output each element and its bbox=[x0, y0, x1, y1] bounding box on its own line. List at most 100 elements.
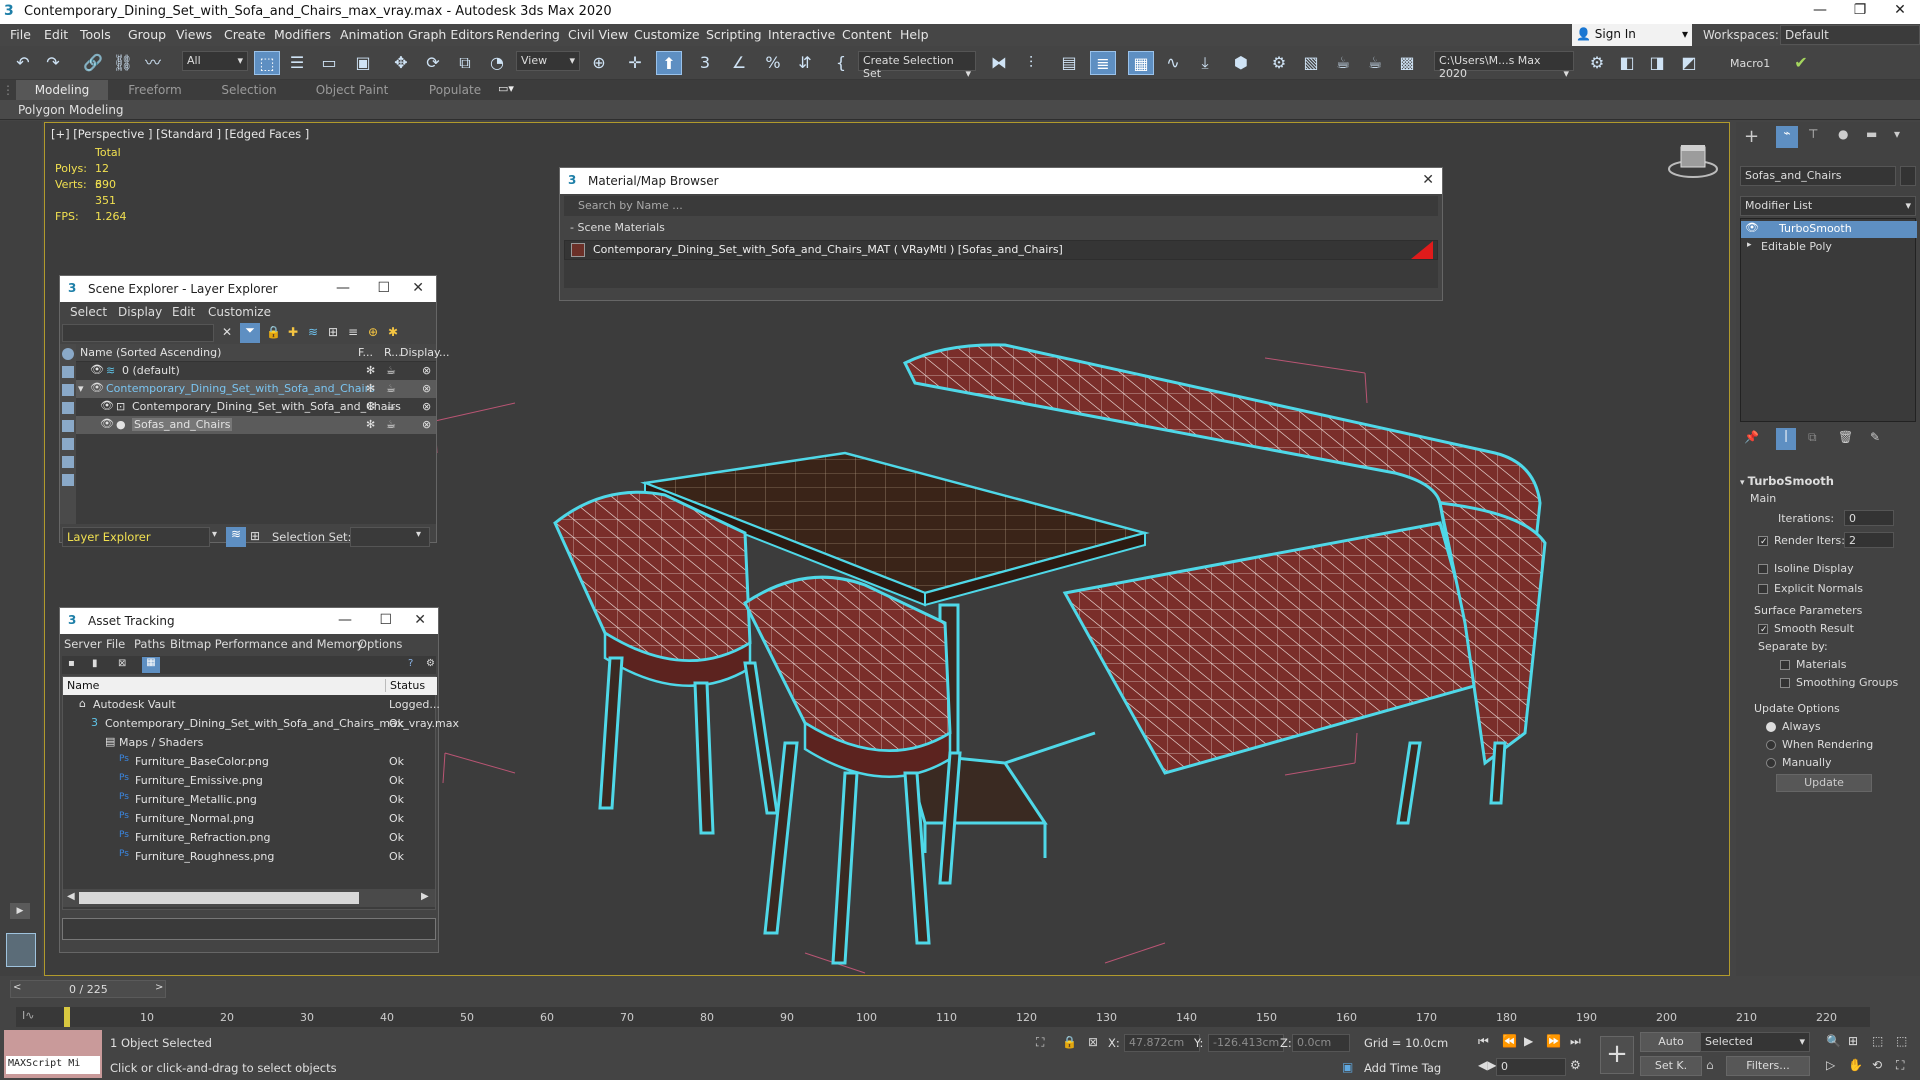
menu-rendering[interactable]: Rendering bbox=[496, 27, 560, 42]
table-row[interactable]: Ps Furniture_BaseColor.png Ok bbox=[63, 753, 437, 771]
sort-icon[interactable] bbox=[62, 348, 74, 360]
add-time-tag[interactable]: Add Time Tag bbox=[1364, 1061, 1441, 1075]
stack-item-editable-poly[interactable]: ▸ Editable Poly bbox=[1741, 239, 1917, 256]
smoothing-groups-checkbox[interactable] bbox=[1780, 678, 1790, 688]
expand-icon[interactable]: ▸ bbox=[1747, 240, 1752, 250]
iterations-spinner[interactable]: 0 bbox=[1844, 510, 1894, 526]
tab-selection[interactable]: Selection bbox=[202, 80, 296, 100]
freeze-icon[interactable]: ✻ bbox=[366, 400, 375, 413]
material-search-input[interactable]: Search by Name ... bbox=[564, 196, 1438, 216]
menu-views[interactable]: Views bbox=[176, 27, 212, 42]
layer-mode-icon[interactable]: ≋ bbox=[226, 527, 246, 547]
time-config-icon[interactable]: ⚙ bbox=[1570, 1058, 1581, 1072]
hierarchy-mode-icon[interactable]: ⊞ bbox=[250, 529, 260, 543]
mirror-icon[interactable]: ⧓ bbox=[986, 51, 1012, 75]
scene-material-item[interactable]: Contemporary_Dining_Set_with_Sofa_and_Ch… bbox=[564, 240, 1438, 260]
snaps-toggle-icon[interactable]: 3 bbox=[692, 51, 718, 75]
sign-in-dropdown[interactable]: 👤 Sign In ▾ bbox=[1572, 24, 1692, 46]
render-iters-spinner[interactable]: 2 bbox=[1844, 532, 1894, 548]
table-row[interactable]: Ps Furniture_Roughness.png Ok bbox=[63, 848, 437, 866]
render-production-icon[interactable]: ☕ bbox=[1330, 51, 1356, 75]
table-row[interactable]: 3 Contemporary_Dining_Set_with_Sofa_and_… bbox=[63, 715, 459, 733]
select-manipulate-icon[interactable]: ✛ bbox=[622, 51, 648, 75]
modify-tab-icon[interactable]: ⌁ bbox=[1776, 126, 1798, 148]
menu-interactive[interactable]: Interactive bbox=[768, 27, 835, 42]
prev-key-icon[interactable]: ⏪ bbox=[1502, 1034, 1517, 1048]
asset-path-field[interactable] bbox=[62, 918, 436, 940]
zoom-extents-icon[interactable]: ⬚ bbox=[1872, 1034, 1883, 1048]
helper-icon[interactable] bbox=[62, 420, 74, 432]
remove-modifier-icon[interactable]: 🗑 bbox=[1838, 430, 1853, 444]
freeze-icon[interactable]: ✻ bbox=[366, 382, 375, 395]
materials-checkbox[interactable] bbox=[1780, 660, 1790, 670]
new-layer-icon[interactable]: ✚ bbox=[288, 325, 298, 339]
create-tab-icon[interactable]: + bbox=[1744, 126, 1759, 147]
expand-icon[interactable]: ▾ bbox=[78, 382, 84, 395]
z-coordinate-field[interactable]: 0.0cm bbox=[1292, 1034, 1350, 1052]
layer-tool-icon[interactable]: ◧ bbox=[1614, 51, 1640, 75]
display-mode-icon[interactable]: ⊗ bbox=[422, 364, 431, 377]
toggle-scene-explorer-icon[interactable]: ▤ bbox=[1056, 51, 1082, 75]
asset-menu-options[interactable]: Options bbox=[358, 637, 402, 651]
smooth-result-checkbox[interactable] bbox=[1758, 624, 1768, 634]
time-slider[interactable]: < 0 / 225 > bbox=[10, 980, 166, 998]
close-icon[interactable]: ✕ bbox=[1422, 172, 1434, 188]
table-row[interactable]: Ps Furniture_Refraction.png Ok bbox=[63, 829, 437, 847]
project-folder-icon[interactable]: ⚙ bbox=[1584, 51, 1610, 75]
table-row[interactable]: Ps Furniture_Emissive.png Ok bbox=[63, 772, 437, 790]
materials-row[interactable]: Materials bbox=[1780, 658, 1846, 671]
eye-icon[interactable]: 👁 bbox=[100, 417, 114, 430]
set-key-button[interactable]: Set K. bbox=[1640, 1056, 1702, 1076]
render-icon[interactable]: ☕ bbox=[386, 418, 396, 431]
update-manually-row[interactable]: Manually bbox=[1766, 756, 1832, 769]
zoom-icon[interactable]: 🔍 bbox=[1826, 1034, 1841, 1048]
project-path-dropdown[interactable]: C:\Users\M...s Max 2020 ▾ bbox=[1434, 51, 1574, 80]
toggle-ribbon-icon[interactable]: ▦ bbox=[1128, 51, 1154, 75]
restore-button[interactable]: ❐ bbox=[1840, 2, 1880, 22]
freeze-icon[interactable]: ✻ bbox=[366, 418, 375, 431]
menu-civil-view[interactable]: Civil View bbox=[568, 27, 628, 42]
horizontal-scrollbar[interactable]: ◀ ▶ bbox=[63, 889, 435, 907]
key-selection-dropdown[interactable]: Selected ▾ bbox=[1700, 1032, 1810, 1052]
polygon-modeling-bar[interactable]: Polygon Modeling bbox=[0, 100, 1920, 120]
camera-icon[interactable] bbox=[62, 402, 74, 414]
eye-icon[interactable]: 👁 bbox=[90, 363, 104, 376]
layer-highlight-icon[interactable]: ◩ bbox=[1676, 51, 1702, 75]
tab-freeform[interactable]: Freeform bbox=[108, 80, 202, 100]
update-rendering-row[interactable]: When Rendering bbox=[1766, 738, 1873, 751]
modifier-list-dropdown[interactable]: Modifier List ▾ bbox=[1740, 196, 1916, 216]
key-mode-icon[interactable]: ◀▶ bbox=[1478, 1058, 1496, 1072]
scale-icon[interactable]: ⧉ bbox=[452, 51, 478, 75]
zoom-extents-all-icon[interactable]: ⬚ bbox=[1896, 1034, 1907, 1048]
lock-icon[interactable]: 🔒 bbox=[266, 325, 281, 339]
menu-modifiers[interactable]: Modifiers bbox=[274, 27, 331, 42]
set-key-icon[interactable]: + bbox=[1600, 1036, 1634, 1074]
asset-column-name[interactable]: Name bbox=[67, 679, 99, 692]
menu-content[interactable]: Content bbox=[842, 27, 892, 42]
column-freeze-header[interactable]: F... bbox=[358, 346, 373, 359]
menu-group[interactable]: Group bbox=[128, 27, 166, 42]
table-row[interactable]: Ps Furniture_Normal.png Ok bbox=[63, 810, 437, 828]
ribbon-options-icon[interactable]: ▭▾ bbox=[498, 82, 514, 95]
hierarchy-tab-icon[interactable]: ⊤ bbox=[1808, 127, 1818, 141]
when-rendering-radio[interactable] bbox=[1766, 740, 1776, 750]
help-icon[interactable]: ? bbox=[408, 658, 413, 669]
redo-icon[interactable]: ↷ bbox=[40, 51, 66, 75]
display-mode-icon[interactable]: ⊗ bbox=[422, 400, 431, 413]
schematic-view-icon[interactable]: ⤓ bbox=[1192, 51, 1218, 75]
menu-edit[interactable]: Edit bbox=[44, 27, 68, 42]
edit-named-sets-icon[interactable]: { bbox=[828, 51, 854, 75]
place-icon[interactable]: ◔ bbox=[484, 51, 510, 75]
column-display-header[interactable]: Display... bbox=[400, 346, 449, 359]
select-object-icon[interactable]: ⬚ bbox=[254, 51, 280, 75]
object-name-field[interactable]: Sofas_and_Chairs bbox=[1740, 166, 1896, 186]
table-row[interactable]: ⌂ Autodesk Vault Logged... bbox=[63, 696, 440, 714]
rect-selection-icon[interactable]: ▭ bbox=[316, 51, 342, 75]
undo-icon[interactable]: ↶ bbox=[10, 51, 36, 75]
unlink-icon[interactable]: ⛓ bbox=[110, 51, 136, 75]
named-selection-dropdown[interactable]: Create Selection Set ▾ bbox=[858, 51, 976, 80]
menu-customize[interactable]: Customize bbox=[634, 27, 700, 42]
y-coordinate-field[interactable]: -126.413cm bbox=[1208, 1034, 1284, 1052]
render-iters-row[interactable]: Render Iters: bbox=[1758, 534, 1845, 547]
angle-snap-icon[interactable]: ∠ bbox=[726, 51, 752, 75]
